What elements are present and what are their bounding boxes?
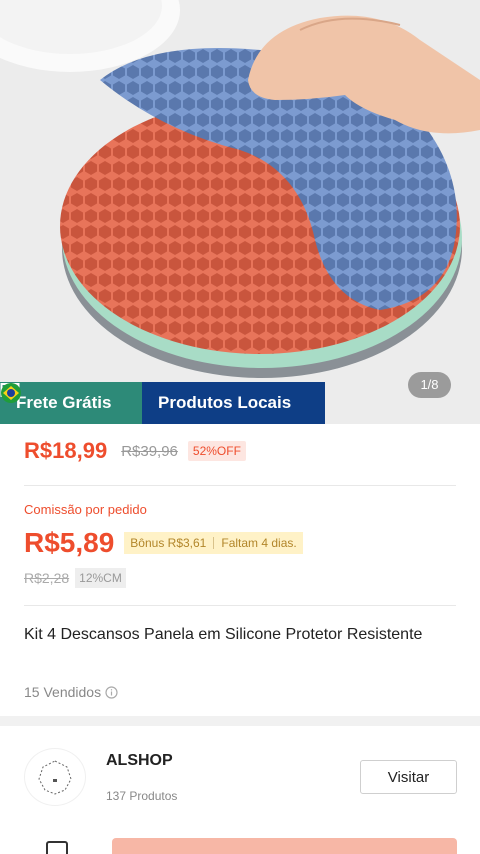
local-products-label: Produtos Locais — [158, 393, 292, 412]
price-row: R$18,99 R$39,96 52%OFF — [24, 438, 246, 464]
shop-name[interactable]: ALSHOP — [106, 752, 173, 770]
visit-shop-button[interactable]: Visitar — [360, 760, 457, 794]
local-products-badge: Produtos Locais — [1, 382, 325, 424]
section-gap — [0, 716, 480, 726]
sold-count-row: 15 Vendidos — [24, 684, 118, 700]
commission-rate-row: R$2,28 12%CM — [24, 568, 126, 588]
info-icon[interactable] — [105, 685, 118, 699]
product-photo — [0, 0, 480, 424]
shop-logo[interactable] — [24, 748, 86, 806]
bonus-tag: Bônus R$3,61 Faltam 4 dias. — [124, 532, 303, 554]
buy-button[interactable] — [112, 838, 457, 854]
divider — [24, 485, 456, 486]
image-counter: 1/8 — [408, 372, 451, 398]
commission-row: R$5,89 Bônus R$3,61 Faltam 4 dias. — [24, 527, 303, 559]
discount-badge: 52%OFF — [187, 441, 246, 461]
product-title: Kit 4 Descansos Panela em Silicone Prote… — [24, 626, 423, 643]
chat-icon[interactable] — [45, 840, 69, 854]
current-price: R$18,99 — [24, 438, 108, 463]
free-shipping-label: Frete Grátis — [16, 393, 112, 412]
badge-row: Frete Grátis Produtos Locais — [0, 382, 325, 424]
bonus-text: Bônus R$3,61 — [130, 536, 207, 550]
old-commission: R$2,28 — [24, 570, 70, 586]
original-price: R$39,96 — [121, 442, 178, 460]
shop-logo-icon — [38, 760, 72, 795]
sold-count: 15 Vendidos — [24, 684, 102, 700]
commission-rate-badge: 12%CM — [75, 568, 126, 588]
commission-label: Comissão por pedido — [24, 502, 147, 517]
divider — [24, 605, 456, 606]
bonus-remaining: Faltam 4 dias. — [221, 536, 297, 550]
product-image-area[interactable]: 1/8 Frete Grátis Produtos Locais — [0, 0, 480, 424]
commission-value: R$5,89 — [24, 527, 115, 558]
shop-product-count: 137 Produtos — [106, 789, 178, 803]
bonus-separator — [213, 537, 215, 549]
